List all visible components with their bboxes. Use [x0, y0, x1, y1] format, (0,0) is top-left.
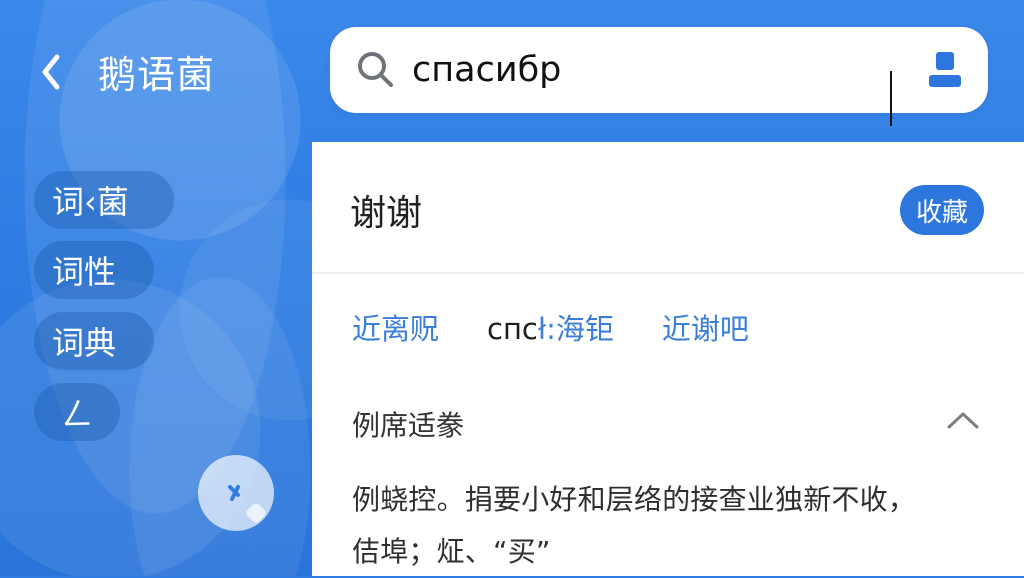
related-link-2-part2: ł:海钜 — [537, 312, 614, 346]
sidebar-item-1[interactable]: 词‹菌 — [34, 171, 174, 229]
chevron-left-icon — [42, 54, 60, 90]
sidebar-item-3[interactable]: 词典 — [34, 312, 154, 370]
sidebar-item-label: ㄥ — [60, 395, 93, 433]
text-caret — [890, 71, 892, 126]
search-input[interactable] — [412, 45, 892, 95]
search-bar[interactable] — [330, 27, 988, 126]
user-icon[interactable] — [926, 49, 964, 91]
related-link-2-part1: спc — [487, 312, 538, 346]
sidebar-item-2[interactable]: 词性 — [34, 241, 154, 299]
app-title: 鹅语菌 — [98, 53, 216, 97]
result-word-title: 谢谢 — [350, 193, 423, 234]
chevron-up-icon[interactable] — [946, 410, 980, 430]
floating-chat-button[interactable] — [198, 455, 274, 531]
favorite-button[interactable]: 收藏 — [900, 185, 984, 235]
result-panel: 谢谢 收藏 近离贶 спcł:海钜 近谢吧 例席适豢 例蛲控。捐要小好和层络的接… — [312, 142, 1024, 576]
definition-text: 例蛲控。捐要小好和层络的接查业独新不收， 佶埠；炡、“买” — [352, 474, 1002, 578]
sidebar-item-label: 词性 — [52, 253, 117, 291]
definition-line-2: 佶埠；炡、“买” — [352, 535, 551, 568]
sidebar-item-label: 词‹菌 — [52, 183, 129, 221]
search-icon — [358, 52, 393, 87]
sidebar-item-label: 词典 — [52, 324, 117, 362]
related-links: 近离贶 спcł:海钜 近谢吧 — [352, 306, 749, 348]
result-header: 谢谢 收藏 — [312, 142, 1024, 274]
sidebar-item-4[interactable]: ㄥ — [34, 383, 120, 441]
related-link-3[interactable]: 近谢吧 — [662, 306, 749, 348]
related-link-1[interactable]: 近离贶 — [352, 306, 439, 348]
definition-line-1: 例蛲控。捐要小好和层络的接查业独新不收， — [352, 483, 917, 516]
chat-arrow-icon — [228, 485, 240, 501]
back-button[interactable] — [34, 50, 68, 94]
section-title: 例席适豢 — [352, 409, 465, 442]
related-link-2[interactable]: спcł:海钜 — [487, 306, 614, 348]
